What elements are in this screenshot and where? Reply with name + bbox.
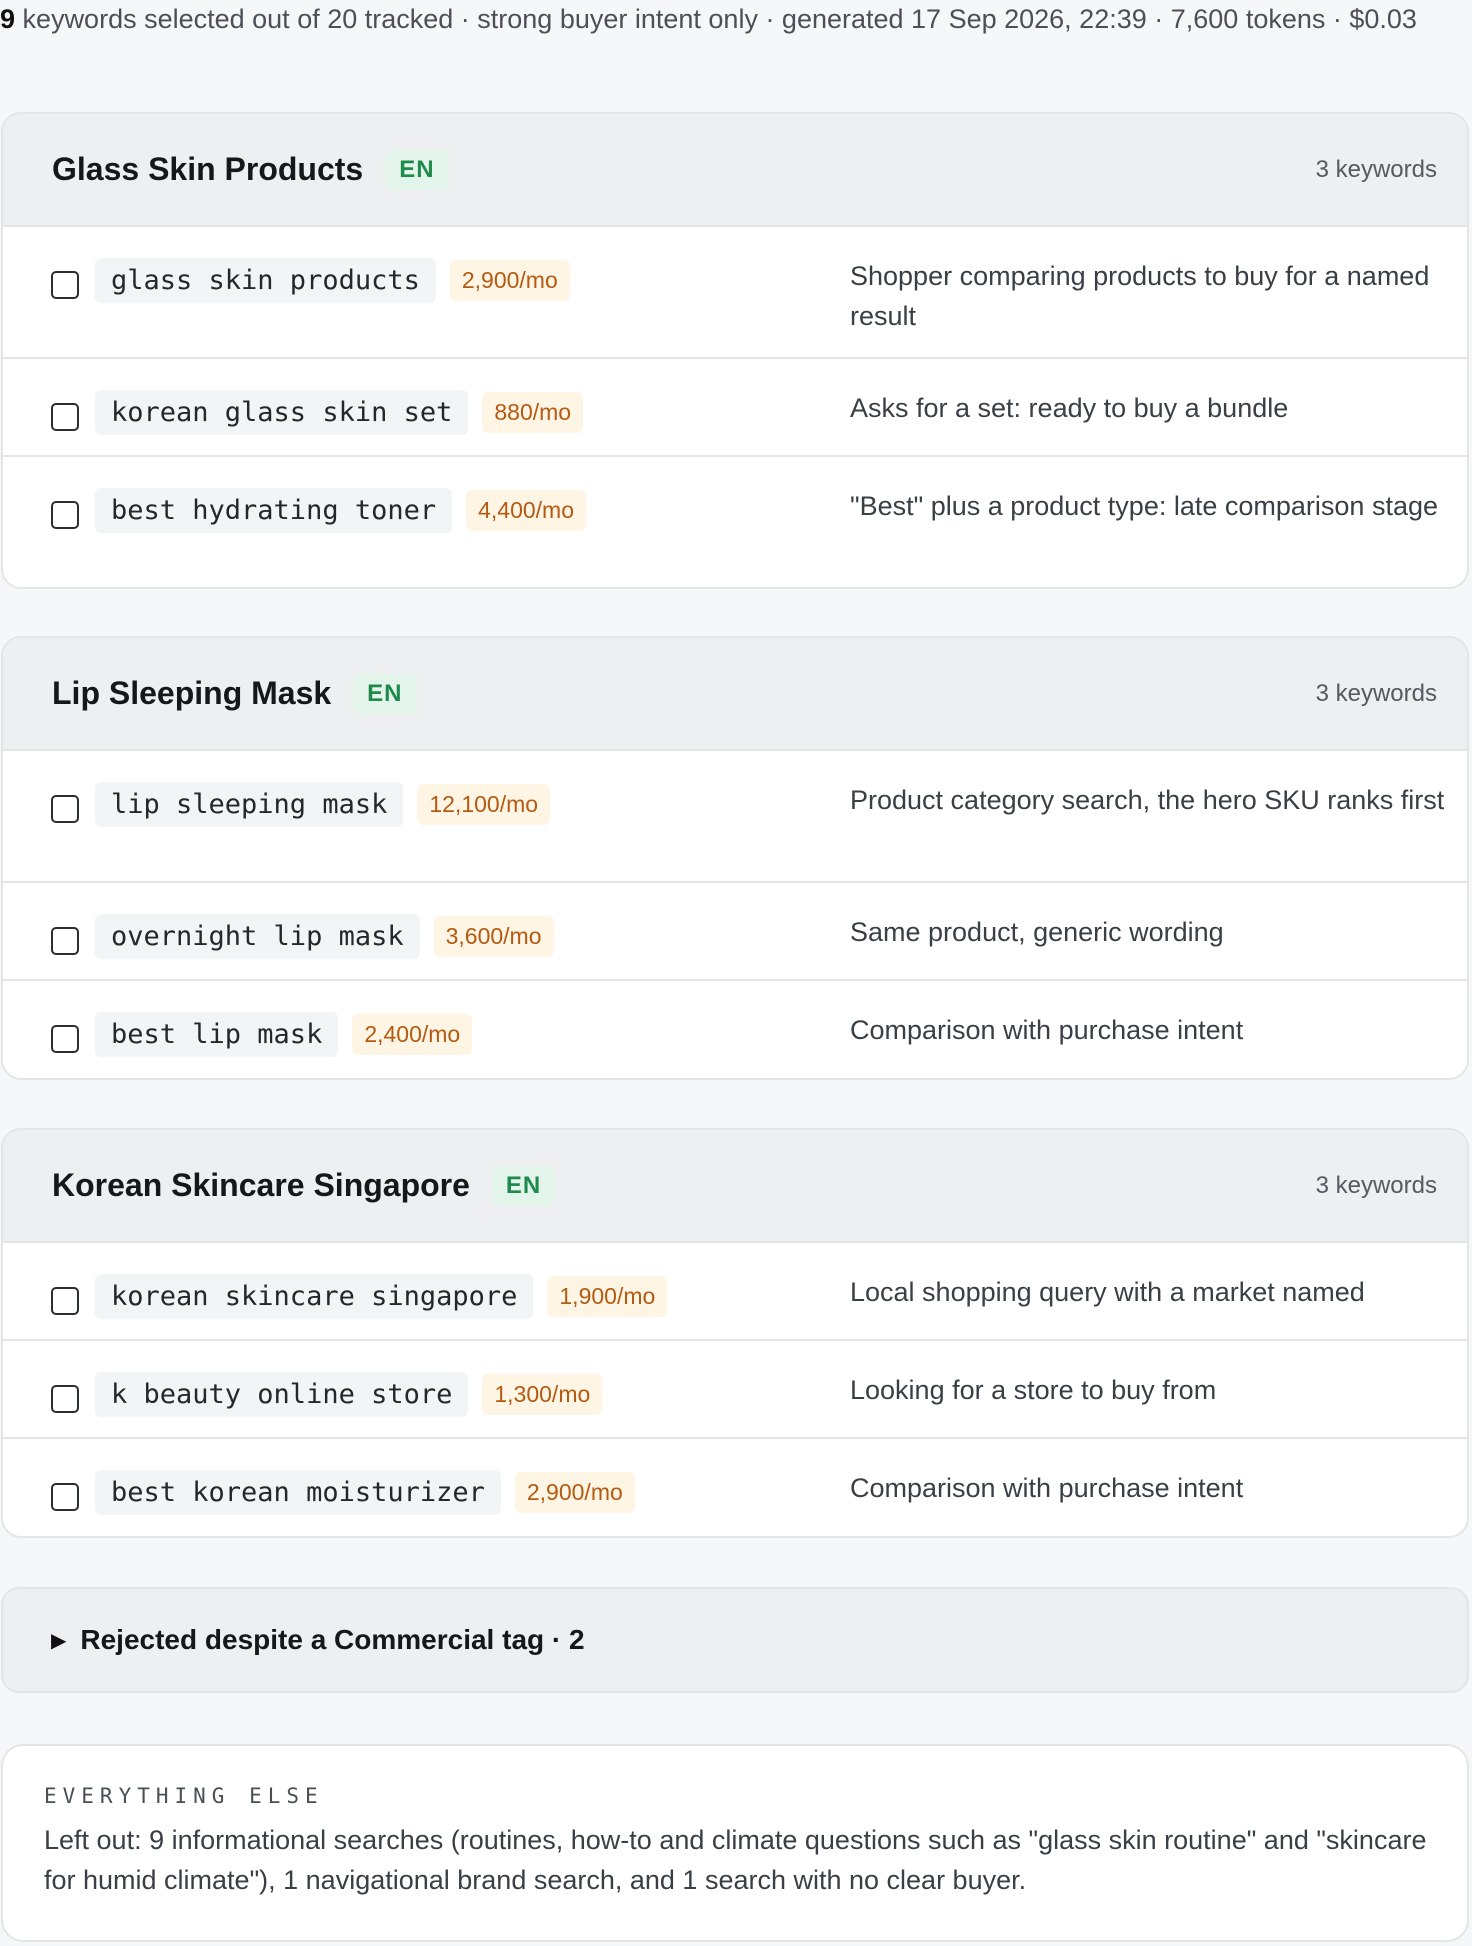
keyword-text: overnight lip mask (95, 914, 420, 959)
everything-else-heading: EVERYTHING ELSE (44, 1784, 324, 1808)
summary-text: keywords selected out of 20 tracked · st… (22, 4, 1417, 34)
keyword-checkbox[interactable] (51, 926, 79, 955)
keyword-text: best korean moisturizer (95, 1470, 501, 1515)
keyword-checkbox[interactable] (51, 270, 79, 299)
keyword-checkbox[interactable] (51, 1286, 79, 1315)
group-title: Lip Sleeping Mask (52, 675, 332, 711)
language-badge: EN (491, 1165, 556, 1206)
rejected-section-label: Rejected despite a Commercial tag · 2 (80, 1624, 585, 1655)
keyword-row: best korean moisturizer 2,900/mo Compari… (3, 1439, 1467, 1536)
keyword-text: glass skin products (95, 258, 436, 303)
keyword-text: korean skincare singapore (95, 1274, 534, 1319)
search-volume-badge: 2,400/mo (352, 1014, 473, 1055)
keyword-checkbox[interactable] (51, 500, 79, 529)
keyword-reason: Asks for a set: ready to buy a bundle (850, 393, 1289, 423)
keyword-count: 3 keywords (1315, 1171, 1437, 1199)
keyword-count: 3 keywords (1315, 155, 1437, 183)
keyword-reason: Comparison with purchase intent (850, 1473, 1244, 1503)
keyword-row: best lip mask 2,400/mo Comparison with p… (3, 981, 1467, 1078)
search-volume-badge: 4,400/mo (466, 490, 587, 531)
keyword-reason: "Best" plus a product type: late compari… (850, 491, 1438, 521)
keyword-text: lip sleeping mask (95, 782, 404, 827)
keyword-row: korean skincare singapore 1,900/mo Local… (3, 1243, 1467, 1341)
selected-count: 9 (0, 4, 16, 34)
keyword-text: best hydrating toner (95, 488, 453, 533)
keyword-group-card: Korean Skincare Singapore EN 3 keywords … (1, 1128, 1469, 1538)
keyword-reason: Same product, generic wording (850, 917, 1224, 947)
everything-else-text: Left out: 9 informational searches (rout… (44, 1825, 1427, 1895)
keyword-row: lip sleeping mask 12,100/mo Product cate… (3, 751, 1467, 883)
keyword-text: best lip mask (95, 1012, 339, 1057)
keyword-text: k beauty online store (95, 1372, 469, 1417)
page: 9 keywords selected out of 20 tracked · … (0, 0, 1472, 1946)
rejected-section-toggle[interactable]: ▶ Rejected despite a Commercial tag · 2 (1, 1587, 1469, 1693)
keyword-row: glass skin products 2,900/mo Shopper com… (3, 227, 1467, 359)
keyword-reason: Product category search, the hero SKU ra… (850, 785, 1445, 815)
keyword-row: best hydrating toner 4,400/mo "Best" plu… (3, 457, 1467, 587)
group-title: Glass Skin Products (52, 151, 364, 187)
search-volume-badge: 1,300/mo (482, 1374, 603, 1415)
keyword-group-card: Glass Skin Products EN 3 keywords glass … (1, 112, 1469, 589)
keyword-reason: Comparison with purchase intent (850, 1015, 1244, 1045)
keyword-checkbox[interactable] (51, 402, 79, 431)
keyword-checkbox[interactable] (51, 1384, 79, 1413)
everything-else-card: EVERYTHING ELSE Left out: 9 informationa… (1, 1744, 1469, 1942)
keyword-reason: Shopper comparing products to buy for a … (850, 261, 1430, 331)
search-volume-badge: 3,600/mo (433, 916, 554, 957)
search-volume-badge: 2,900/mo (514, 1472, 635, 1513)
keyword-reason: Local shopping query with a market named (850, 1277, 1365, 1307)
language-badge: EN (385, 149, 449, 190)
keyword-group-card: Lip Sleeping Mask EN 3 keywords lip slee… (1, 636, 1469, 1080)
keyword-checkbox[interactable] (51, 1482, 79, 1511)
keyword-checkbox[interactable] (51, 794, 79, 823)
search-volume-badge: 2,900/mo (449, 260, 570, 301)
keyword-row: korean glass skin set 880/mo Asks for a … (3, 359, 1467, 457)
keyword-text: korean glass skin set (95, 390, 469, 435)
group-header: Lip Sleeping Mask EN 3 keywords (3, 638, 1467, 751)
keyword-reason: Looking for a store to buy from (850, 1375, 1217, 1405)
group-header: Glass Skin Products EN 3 keywords (3, 114, 1467, 227)
keyword-count: 3 keywords (1315, 679, 1437, 707)
selection-summary: 9 keywords selected out of 20 tracked · … (0, 0, 1468, 39)
group-title: Korean Skincare Singapore (52, 1167, 470, 1203)
triangle-right-icon: ▶ (51, 1629, 67, 1652)
search-volume-badge: 12,100/mo (417, 784, 551, 825)
keyword-row: k beauty online store 1,300/mo Looking f… (3, 1341, 1467, 1439)
keyword-row: overnight lip mask 3,600/mo Same product… (3, 883, 1467, 981)
search-volume-badge: 880/mo (482, 392, 584, 433)
search-volume-badge: 1,900/mo (547, 1276, 668, 1317)
group-header: Korean Skincare Singapore EN 3 keywords (3, 1130, 1467, 1243)
language-badge: EN (353, 673, 417, 714)
keyword-checkbox[interactable] (51, 1024, 79, 1053)
